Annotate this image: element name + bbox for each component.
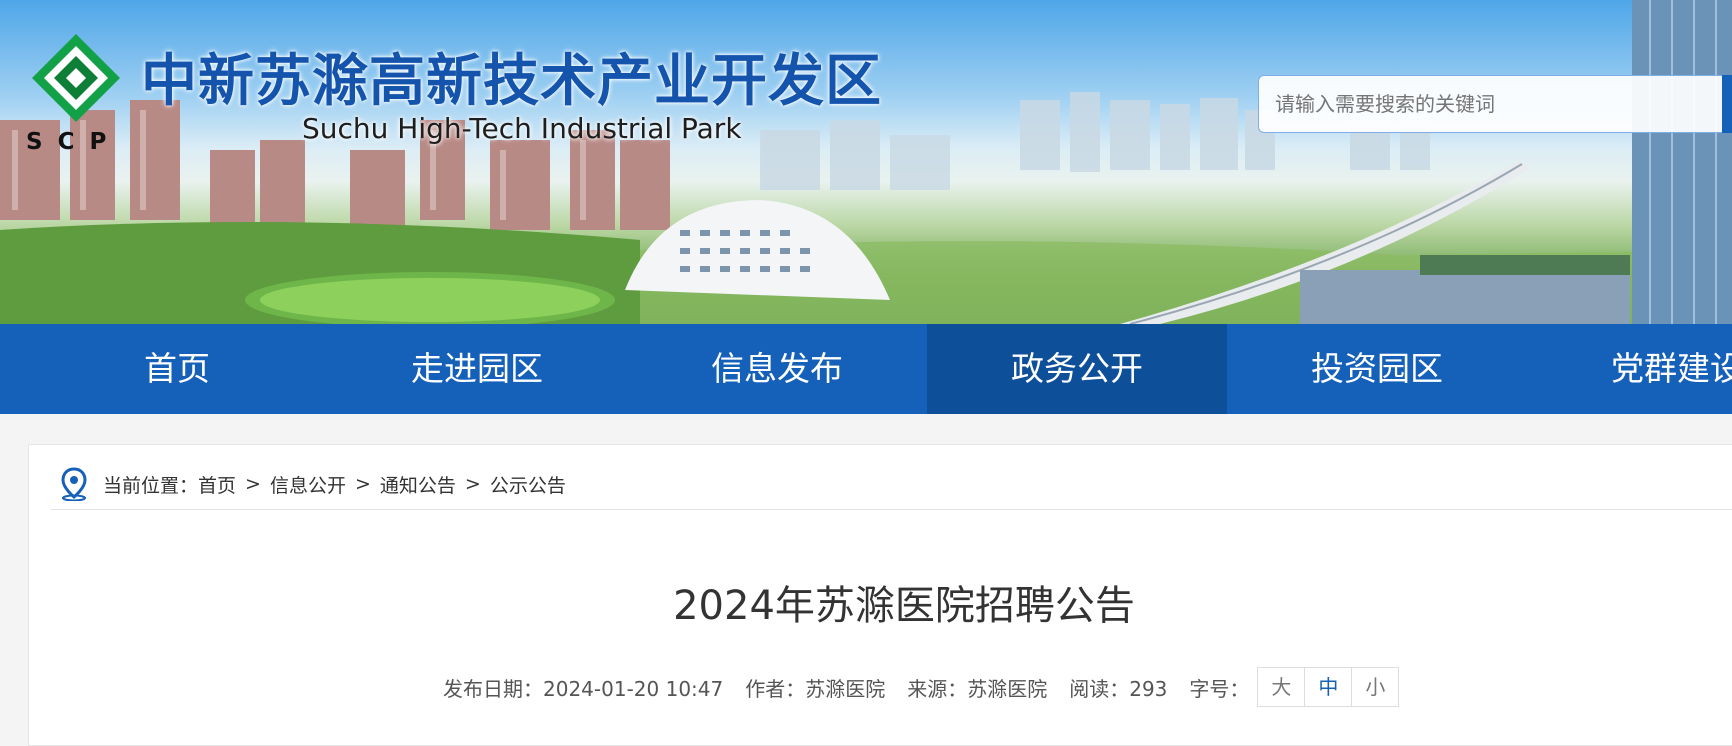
breadcrumb-home[interactable]: 首页: [198, 471, 236, 498]
publish-date: 发布日期：2024-01-20 10:47: [443, 673, 723, 702]
publish-date-value: 2024-01-20 10:47: [543, 676, 724, 701]
nav-item-party-building[interactable]: 党群建设: [1527, 324, 1732, 414]
search-input[interactable]: [1258, 75, 1732, 133]
nav-item-about-park[interactable]: 走进园区: [327, 324, 627, 414]
read-count: 阅读：293: [1069, 673, 1167, 702]
scp-logo-icon: [32, 34, 120, 122]
breadcrumb-separator: >: [464, 473, 481, 495]
publish-date-label: 发布日期：: [443, 676, 543, 701]
font-size-label: 字号：: [1189, 676, 1250, 701]
source-label: 来源：: [907, 676, 968, 701]
breadcrumb-separator: >: [245, 473, 261, 495]
nav-item-government-affairs[interactable]: 政务公开: [927, 324, 1227, 414]
author: 作者：苏滁医院: [745, 673, 885, 702]
article-panel: 当前位置： 首页 > 信息公开 > 通知公告 > 公示公告 2024年苏滁医院招…: [28, 444, 1732, 746]
nav-item-home[interactable]: 首页: [27, 324, 327, 414]
location-pin-icon: [61, 467, 87, 501]
article-meta: 发布日期：2024-01-20 10:47 作者：苏滁医院 来源：苏滁医院 阅读…: [443, 667, 1400, 707]
font-size-medium-button[interactable]: 中: [1304, 668, 1351, 706]
font-size-switcher: 大 中 小: [1257, 667, 1400, 707]
breadcrumb-info-disclosure[interactable]: 信息公开: [270, 471, 346, 498]
breadcrumb-separator: >: [354, 473, 371, 495]
breadcrumb-announcements[interactable]: 公示公告: [490, 471, 566, 498]
author-label: 作者：: [745, 676, 806, 701]
breadcrumb: 当前位置： 首页 > 信息公开 > 通知公告 > 公示公告: [51, 459, 1732, 510]
font-size-large-button[interactable]: 大: [1258, 668, 1304, 706]
logo-text: SCP: [26, 129, 122, 155]
font-size-small-button[interactable]: 小: [1351, 668, 1398, 706]
nav-item-news[interactable]: 信息发布: [627, 324, 927, 414]
site-title: 中新苏滁高新技术产业开发区: [141, 49, 882, 114]
main-nav: 首页 走进园区 信息发布 政务公开 投资园区 党群建设: [0, 324, 1732, 414]
site-subtitle: Suchu High-Tech Industrial Park: [302, 112, 742, 145]
nav-item-investment[interactable]: 投资园区: [1227, 324, 1527, 414]
source: 来源：苏滁医院: [907, 673, 1047, 702]
source-value: 苏滁医院: [967, 676, 1048, 701]
author-value: 苏滁医院: [805, 676, 886, 701]
breadcrumb-notices[interactable]: 通知公告: [380, 471, 456, 498]
article-title: 2024年苏滁医院招聘公告: [673, 583, 1135, 629]
search-button[interactable]: [1722, 75, 1732, 133]
breadcrumb-prefix: 当前位置：: [103, 474, 199, 497]
header-banner: SCP 中新苏滁高新技术产业开发区 Suchu High-Tech Indust…: [0, 0, 1732, 324]
read-count-label: 阅读：: [1069, 676, 1130, 701]
read-count-value: 293: [1129, 676, 1168, 701]
